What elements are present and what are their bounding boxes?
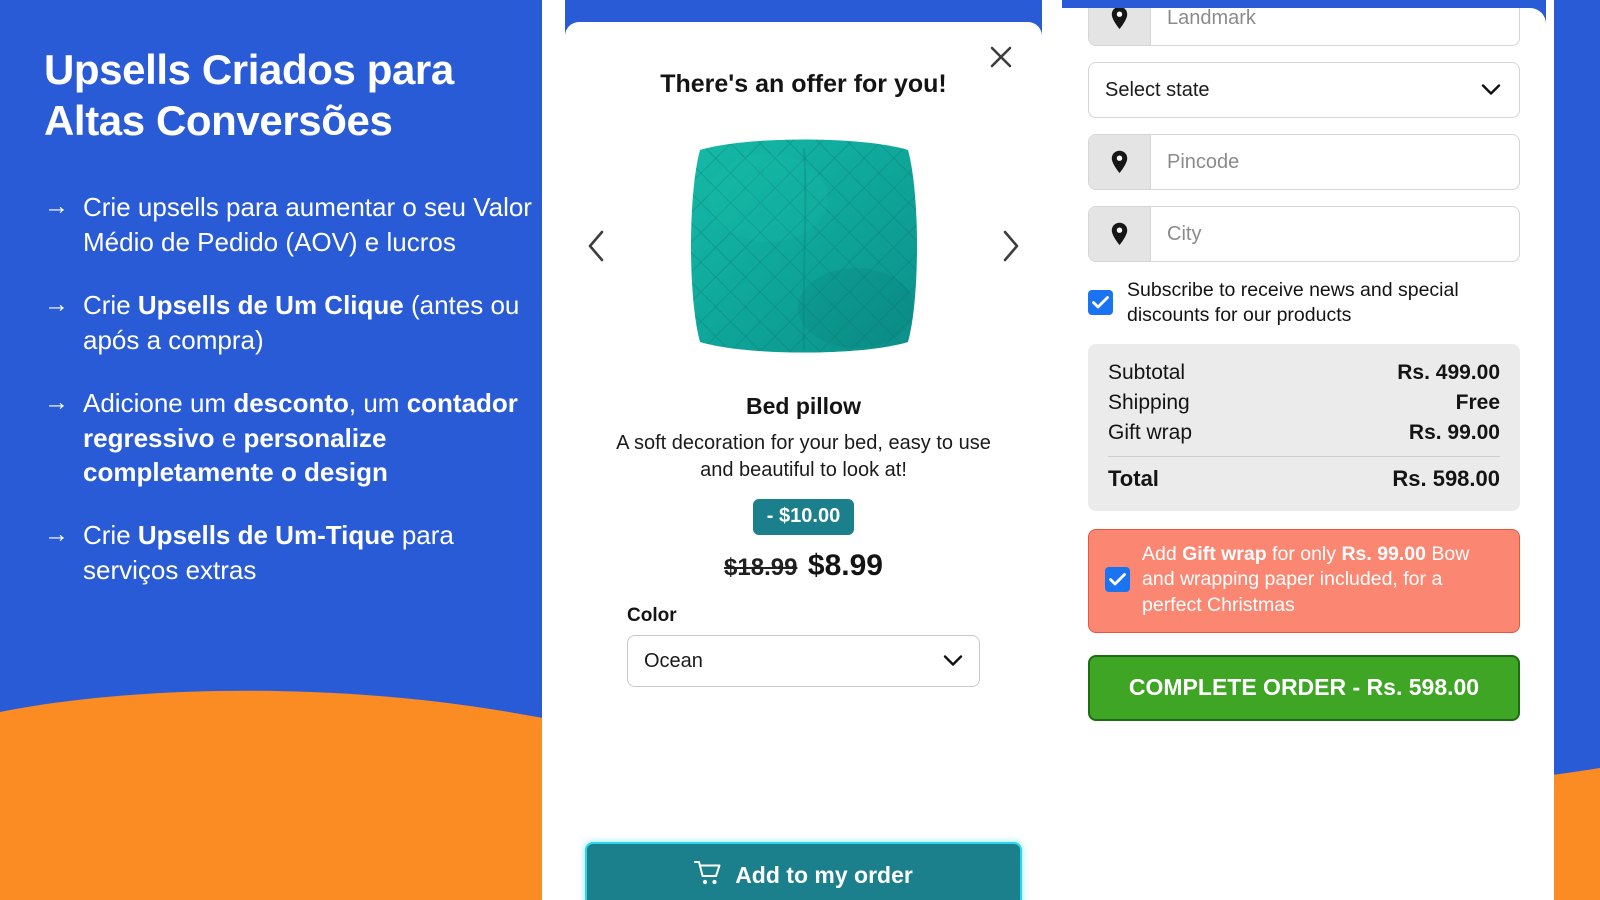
checkout-panel: Landmark Select state Pincode City Subsc… [1062,8,1546,900]
promo-bullet-list: → Crie upsells para aumentar o seu Valor … [44,190,544,587]
product-image-bed-pillow [686,128,922,364]
arrow-right-icon: → [44,520,69,549]
promo-item-label: Crie Upsells de Um-Tique para serviços e… [83,520,454,586]
arrow-right-icon: → [44,192,69,221]
promo-item-label: Crie upsells para aumentar o seu Valor M… [83,192,532,258]
summary-value: Rs. 499.00 [1397,360,1500,384]
product-description: A soft decoration for your bed, easy to … [616,432,991,481]
gift-wrap-mid: for only [1266,542,1342,565]
add-to-my-order-button[interactable]: Add to my order [585,842,1022,900]
gutter-far-right [1546,0,1554,900]
state-select[interactable]: Select state [1088,62,1520,118]
state-select-value: Select state [1105,78,1210,101]
landmark-input[interactable]: Landmark [1151,8,1519,45]
promo-item-aov: → Crie upsells para aumentar o seu Valor … [44,190,544,260]
subscribe-row[interactable]: Subscribe to receive news and special di… [1088,278,1520,328]
promo-item-one-tick: → Crie Upsells de Um-Tique para serviços … [44,518,544,588]
gift-wrap-upsell[interactable]: Add Gift wrap for only Rs. 99.00 Bow and… [1088,528,1520,633]
offer-heading: There's an offer for you! [660,70,947,98]
promo-title: Upsells Criados para Altas Conversões [44,46,454,145]
discount-badge-row: - $10.00 [565,499,1042,536]
cart-icon [694,860,722,892]
location-pin-icon [1089,8,1151,45]
arrow-right-icon: → [44,290,69,319]
gift-wrap-pre: Add [1142,542,1183,565]
discount-badge: - $10.00 [752,499,855,536]
promo-item-discount: → Adicione um desconto, um contador regre… [44,386,544,490]
carousel-prev-icon[interactable] [579,226,613,266]
color-select[interactable]: Ocean [627,635,980,688]
gift-wrap-price: Rs. 99.00 [1341,542,1426,565]
gutter-center [542,0,565,900]
location-pin-icon [1089,135,1151,189]
summary-row: Gift wrap Rs. 99.00 [1108,418,1500,448]
product-title: Bed pillow [746,393,861,419]
arrow-right-icon: → [44,387,69,416]
summary-divider [1108,455,1500,457]
city-input[interactable]: City [1151,207,1519,261]
summary-value: Free [1455,390,1500,414]
price-discounted: $8.99 [807,549,883,583]
complete-order-label: COMPLETE ORDER - Rs. 598.00 [1128,674,1480,701]
price-row: $18.99 $8.99 [565,549,1042,583]
carousel-next-icon[interactable] [994,226,1028,266]
add-to-my-order-label: Add to my order [735,862,913,888]
landmark-field[interactable]: Landmark [1088,8,1520,46]
price-original: $18.99 [724,554,798,582]
summary-total-row: Total Rs. 598.00 [1108,463,1500,495]
gift-wrap-text: Add Gift wrap for only Rs. 99.00 Bow and… [1142,542,1503,618]
pincode-input[interactable]: Pincode [1151,135,1519,189]
promo-item-label: Crie Upsells de Um Clique (antes ou após… [83,290,520,355]
gift-wrap-headline: Add Gift wrap for only Rs. 99.00 [1142,543,1431,565]
summary-label: Subtotal [1108,360,1186,384]
color-select-value: Ocean [644,649,703,672]
location-pin-icon [1089,207,1151,261]
summary-total-label: Total [1108,465,1159,491]
summary-row: Shipping Free [1108,388,1500,418]
chevron-down-icon [943,650,963,673]
city-field[interactable]: City [1088,206,1520,262]
color-label: Color [627,605,677,627]
gift-wrap-bold: Gift wrap [1182,542,1267,565]
product-carousel [565,113,1042,379]
complete-order-button[interactable]: COMPLETE ORDER - Rs. 598.00 [1088,654,1520,721]
summary-label: Gift wrap [1108,420,1193,444]
gift-wrap-checkbox[interactable] [1105,567,1130,593]
summary-label: Shipping [1108,390,1190,414]
chevron-down-icon [1481,79,1501,102]
promo-panel: Upsells Criados para Altas Conversões → C… [44,44,544,616]
order-summary: Subtotal Rs. 499.00 Shipping Free Gift w… [1088,343,1520,511]
summary-total-value: Rs. 598.00 [1392,465,1500,491]
subscribe-label: Subscribe to receive news and special di… [1127,279,1459,326]
pincode-field[interactable]: Pincode [1088,134,1520,190]
promo-item-label: Adicione um desconto, um contador regres… [83,387,518,488]
summary-value: Rs. 99.00 [1408,420,1500,444]
screenshot-root: Upsells Criados para Altas Conversões → C… [0,0,1600,900]
summary-row: Subtotal Rs. 499.00 [1108,358,1500,388]
promo-item-one-click: → Crie Upsells de Um Clique (antes ou apó… [44,288,544,358]
gutter-card-right [1042,0,1062,900]
subscribe-checkbox[interactable] [1088,290,1113,316]
close-icon[interactable] [984,40,1018,74]
offer-popup-card: There's an offer for you! Bed pillow A s… [565,22,1042,900]
